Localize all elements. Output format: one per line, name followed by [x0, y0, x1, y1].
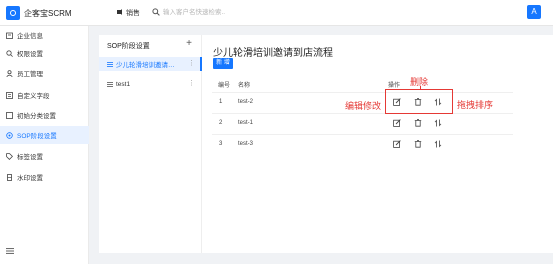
edit-icon[interactable] [393, 140, 401, 148]
table-row: 2 test-1 [212, 113, 513, 133]
avatar[interactable]: A [527, 5, 541, 19]
annotation-edit: 编辑修改 [345, 101, 382, 111]
annotation-delete: 删除 [410, 77, 429, 87]
sidebar-item-watermark[interactable]: 水印设置 [0, 168, 89, 186]
sop-list-item[interactable]: test1 ⋮ [99, 77, 202, 91]
search-input[interactable] [163, 6, 323, 18]
sidebar-item-label: 水印设置 [17, 175, 43, 182]
tag-icon [6, 152, 13, 160]
sidebar-item-custom-fields[interactable]: 自定义字段 [0, 86, 89, 104]
row-index: 1 [219, 99, 223, 105]
sidebar-item-company-info[interactable]: 企业信息 [0, 26, 89, 44]
annotation-drag: 拖拽排序 [457, 100, 494, 110]
role-icon [117, 9, 122, 15]
sidebar-item-label: 权限设置 [17, 51, 43, 58]
form-icon [6, 91, 13, 99]
top-bar: 企客宝SCRM 销售 A [0, 0, 553, 26]
more-options-icon[interactable]: ⋮ [188, 79, 195, 87]
sop-icon [6, 131, 13, 139]
sop-item-label: test1 [116, 80, 131, 88]
table-row: 3 test-3 [212, 134, 513, 154]
sidebar-item-label: SOP阶段设置 [17, 133, 57, 140]
sop-item-label: 少儿轮滑培训邀请到... [116, 62, 178, 69]
add-stage-button[interactable]: 新 增 [213, 58, 233, 69]
search-key-icon [6, 49, 13, 57]
more-options-icon[interactable]: ⋮ [188, 59, 195, 67]
sidebar-item-label: 员工管理 [17, 71, 43, 78]
sidebar-item-tags[interactable]: 标签设置 [0, 147, 89, 165]
drag-sort-icon[interactable] [434, 119, 442, 127]
row-name: test-3 [238, 141, 254, 147]
row-index: 3 [219, 141, 223, 147]
watermark-icon [7, 173, 12, 181]
add-sop-button[interactable]: + [184, 38, 194, 49]
app-title: 企客宝SCRM [24, 9, 72, 18]
drag-sort-icon[interactable] [434, 140, 442, 148]
column-header-index: 编号 [218, 83, 231, 89]
sidebar-item-label: 自定义字段 [17, 93, 50, 100]
row-name: test-1 [238, 120, 254, 126]
column-header-actions: 操作 [388, 83, 401, 89]
sop-list-panel: SOP阶段设置 + 少儿轮滑培训邀请到... ⋮ test1 ⋮ [99, 35, 202, 253]
row-index: 2 [219, 120, 223, 126]
edit-icon[interactable] [393, 119, 401, 127]
sop-list-item[interactable]: 少儿轮滑培训邀请到... ⋮ [99, 57, 202, 71]
row-name: test-2 [238, 99, 254, 105]
sidebar-item-staff[interactable]: 员工管理 [0, 64, 89, 82]
sidebar-item-initial-category[interactable]: 初始分类设置 [0, 106, 89, 124]
user-icon [6, 69, 13, 77]
search-icon[interactable] [152, 8, 160, 16]
sidebar-item-label: 企业信息 [17, 33, 43, 40]
sidebar: 企业信息 权限设置 员工管理 自定义字段 初始分类设置 SOP阶段设置 标签设置… [0, 26, 89, 264]
building-icon [6, 32, 13, 39]
delete-icon[interactable] [414, 119, 422, 127]
app-logo-icon [6, 6, 20, 20]
sop-list-title: SOP阶段设置 [107, 43, 150, 50]
list-icon [107, 81, 113, 87]
square-icon [6, 111, 13, 119]
sidebar-item-sop-stage[interactable]: SOP阶段设置 [0, 126, 89, 144]
delete-icon[interactable] [414, 140, 422, 148]
role-switch[interactable]: 销售 [126, 8, 140, 18]
sidebar-item-permissions[interactable]: 权限设置 [0, 44, 89, 62]
actions-highlight-box [385, 89, 453, 114]
column-header-name: 名称 [238, 83, 251, 89]
page-title: 少儿轮滑培训邀请到店流程 [213, 48, 333, 59]
sidebar-item-label: 初始分类设置 [17, 113, 56, 120]
content-panel: SOP阶段设置 + 少儿轮滑培训邀请到... ⋮ test1 ⋮ 少儿轮滑培训邀… [99, 35, 553, 253]
menu-collapse-icon[interactable] [6, 248, 14, 254]
sidebar-item-label: 标签设置 [17, 154, 43, 161]
list-icon [107, 61, 113, 67]
